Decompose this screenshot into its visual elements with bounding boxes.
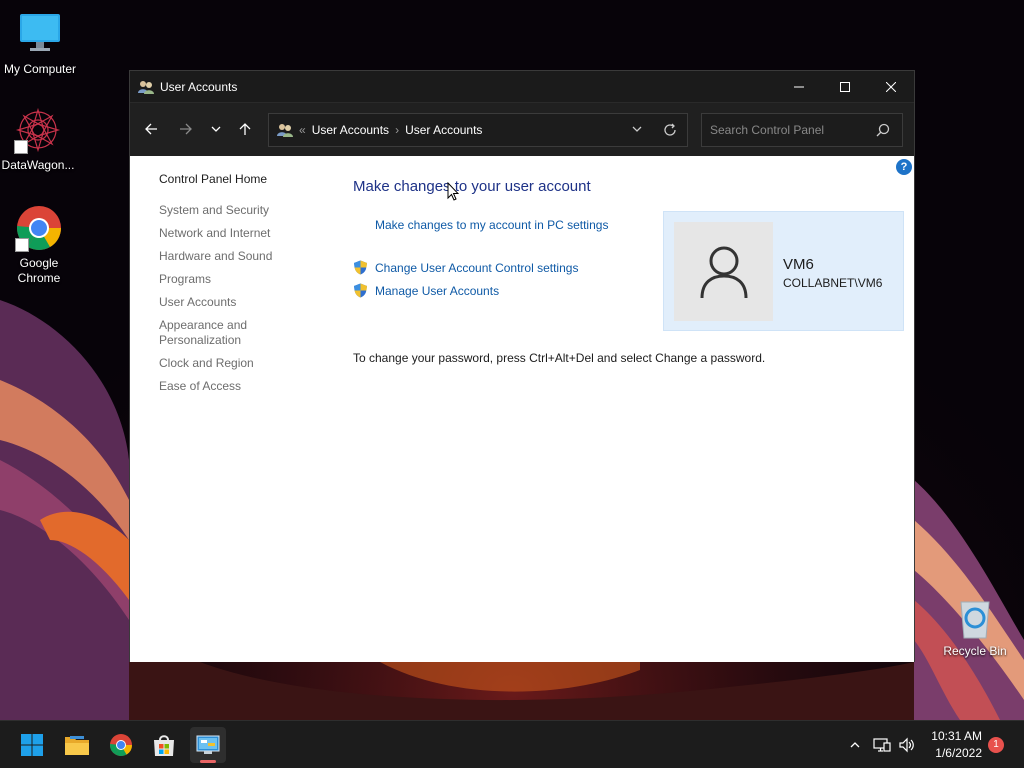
user-accounts-icon	[277, 124, 293, 137]
store-bag-icon	[154, 735, 174, 756]
sidebar-item-appearance-and-personalization[interactable]: Appearance and Personalization	[159, 318, 259, 348]
sidebar-item-hardware-and-sound[interactable]: Hardware and Sound	[159, 249, 319, 264]
refresh-icon[interactable]	[663, 123, 677, 137]
breadcrumb-separator[interactable]: ›	[395, 123, 399, 137]
taskbar-control-panel[interactable]	[190, 727, 226, 763]
search-icon[interactable]	[876, 123, 890, 137]
datawagon-logo-icon	[14, 106, 62, 154]
sidebar-item-ease-of-access[interactable]: Ease of Access	[159, 379, 319, 394]
minimize-icon	[794, 86, 804, 87]
uac-shield-icon	[354, 260, 367, 275]
title-bar[interactable]: User Accounts	[130, 71, 914, 102]
sidebar-item-network-and-internet[interactable]: Network and Internet	[159, 226, 319, 241]
network-status-button[interactable]	[872, 721, 892, 768]
uac-settings-link[interactable]: Change User Account Control settings	[375, 261, 578, 275]
breadcrumb-item[interactable]: User Accounts	[312, 123, 389, 137]
recent-locations-button[interactable]	[204, 117, 228, 141]
breadcrumb-item[interactable]: User Accounts	[405, 123, 482, 137]
user-name: VM6	[783, 256, 814, 273]
arrow-left-icon	[145, 123, 157, 135]
maximize-icon	[840, 81, 850, 92]
control-panel-icon	[196, 735, 220, 754]
password-note: To change your password, press Ctrl+Alt+…	[353, 351, 766, 365]
monitor-icon	[16, 10, 64, 58]
shortcut-arrow-icon	[15, 238, 29, 252]
avatar	[674, 222, 773, 321]
control-panel-home-link[interactable]: Control Panel Home	[159, 172, 319, 186]
maximize-button[interactable]	[822, 71, 868, 102]
user-avatar-icon	[700, 246, 747, 298]
address-bar[interactable]: « User Accounts › User Accounts	[268, 113, 688, 147]
desktop-icon-label: DataWagon...	[1, 158, 75, 172]
manage-user-accounts-link[interactable]: Manage User Accounts	[375, 284, 499, 298]
arrow-up-icon	[239, 123, 251, 135]
user-card: VM6 COLLABNET\VM6	[663, 211, 904, 331]
up-button[interactable]	[233, 117, 257, 141]
chrome-icon	[15, 204, 63, 252]
desktop-icon-label: My Computer	[3, 62, 77, 76]
volume-button[interactable]	[896, 721, 916, 768]
desktop-icon-google-chrome[interactable]: Google Chrome	[0, 204, 79, 286]
user-accounts-icon	[138, 80, 154, 94]
clock-time: 10:31 AM	[931, 729, 982, 743]
navigation-bar: « User Accounts › User Accounts Search C…	[130, 102, 914, 156]
search-input[interactable]: Search Control Panel	[701, 113, 903, 147]
taskbar-microsoft-store[interactable]	[146, 727, 182, 763]
chevron-up-icon	[850, 742, 860, 748]
close-icon	[886, 81, 896, 92]
active-app-indicator	[200, 760, 216, 763]
chevron-down-icon	[211, 126, 221, 132]
notification-badge[interactable]: 1	[988, 737, 1004, 753]
speaker-icon	[899, 737, 914, 753]
close-button[interactable]	[868, 71, 914, 102]
sidebar-item-clock-and-region[interactable]: Clock and Region	[159, 356, 319, 371]
forward-button[interactable]	[174, 117, 198, 141]
chevron-down-icon[interactable]	[631, 123, 643, 135]
start-button[interactable]	[14, 727, 50, 763]
desktop-icon-datawagon[interactable]: DataWagon...	[0, 106, 78, 173]
pc-settings-link[interactable]: Make changes to my account in PC setting…	[375, 218, 608, 232]
recycle-bin-icon	[951, 596, 999, 640]
uac-shield-icon	[354, 283, 367, 298]
taskbar-google-chrome[interactable]	[103, 727, 139, 763]
user-domain: COLLABNET\VM6	[783, 276, 883, 290]
minimize-button[interactable]	[776, 71, 822, 102]
folder-icon	[65, 736, 89, 755]
shortcut-arrow-icon	[14, 140, 28, 154]
left-navigation: Control Panel Home System and Security N…	[159, 172, 319, 402]
content-area: ? Control Panel Home System and Security…	[130, 157, 914, 662]
desktop-icon-label: Recycle Bin	[943, 644, 1007, 658]
back-button[interactable]	[139, 117, 163, 141]
help-button[interactable]: ?	[896, 159, 912, 175]
sidebar-item-user-accounts[interactable]: User Accounts	[159, 295, 319, 310]
chrome-icon	[110, 734, 132, 756]
desktop-icon-my-computer[interactable]: My Computer	[0, 10, 80, 77]
user-accounts-window: User Accounts « User Accounts › User Acc…	[129, 70, 915, 662]
desktop-icon-recycle-bin[interactable]: Recycle Bin	[935, 596, 1015, 659]
taskbar-file-explorer[interactable]	[59, 727, 95, 763]
network-icon	[873, 738, 891, 752]
page-title: Make changes to your user account	[353, 178, 591, 195]
taskbar: 10:31 AM 1/6/2022 1	[0, 720, 1024, 768]
windows-logo-icon	[21, 734, 43, 756]
window-title: User Accounts	[160, 79, 238, 94]
taskbar-clock[interactable]: 10:31 AM 1/6/2022	[926, 728, 982, 762]
mouse-cursor-icon	[447, 182, 459, 201]
breadcrumb-overflow[interactable]: «	[299, 123, 306, 137]
sidebar-item-system-and-security[interactable]: System and Security	[159, 203, 319, 218]
sidebar-item-programs[interactable]: Programs	[159, 272, 319, 287]
desktop-icon-label: Google Chrome	[17, 256, 61, 285]
arrow-right-icon	[180, 123, 192, 135]
show-hidden-icons-button[interactable]	[845, 721, 865, 768]
clock-date: 1/6/2022	[935, 746, 982, 760]
search-placeholder: Search Control Panel	[710, 123, 825, 137]
